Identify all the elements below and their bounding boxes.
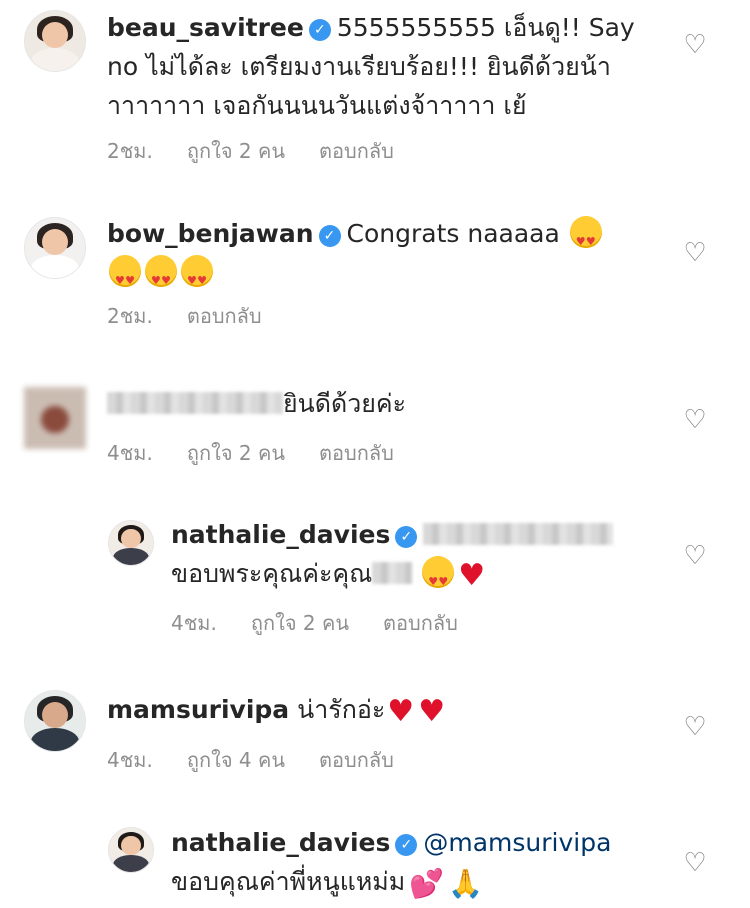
- heart-outline-icon[interactable]: ♡: [680, 712, 710, 742]
- comment-username[interactable]: beau_savitree: [107, 13, 304, 42]
- blurred-mention: [423, 523, 614, 545]
- comment-username[interactable]: nathalie_davies: [171, 520, 390, 549]
- reply-button[interactable]: ตอบกลับ: [319, 748, 394, 772]
- comment-time: 2ชม.: [107, 139, 153, 163]
- heart-outline-icon[interactable]: ♡: [680, 405, 710, 435]
- heart-eyes-emoji: [145, 255, 177, 300]
- heart-outline-icon[interactable]: ♡: [680, 848, 710, 878]
- comment-body: nathalie_davies ✓ ขอบพระคุณค่ะคุณ ♥: [171, 515, 671, 601]
- avatar[interactable]: [24, 690, 86, 752]
- comment-time: 4ชม.: [171, 611, 217, 635]
- reply-button[interactable]: ตอบกลับ: [187, 304, 262, 328]
- blurred-name: [372, 562, 413, 584]
- mention-link[interactable]: @mamsurivipa: [423, 828, 611, 857]
- reply-button[interactable]: ตอบกลับ: [319, 441, 394, 465]
- blurred-username: [107, 392, 283, 414]
- folded-hands-emoji: 🙏: [448, 867, 484, 900]
- comment-meta: 4ชม. ถูกใจ 2 คน ตอบกลับ: [171, 607, 492, 639]
- avatar[interactable]: [108, 520, 154, 566]
- heart-outline-icon[interactable]: ♡: [680, 238, 710, 268]
- two-hearts-emoji: 💕: [409, 867, 445, 900]
- comment-time: 2ชม.: [107, 304, 153, 328]
- comment-likes-link[interactable]: ถูกใจ 2 คน: [187, 441, 285, 465]
- comment-meta: 4ชม. ถูกใจ 2 คน ตอบกลับ: [107, 437, 428, 469]
- comment-meta: 4ชม. ถูกใจ 4 คน ตอบกลับ: [107, 744, 428, 776]
- comment-username[interactable]: bow_benjawan: [107, 219, 314, 248]
- avatar[interactable]: [24, 10, 86, 72]
- heart-eyes-emoji: [569, 216, 602, 261]
- red-heart-emoji: ♥: [418, 694, 446, 729]
- avatar[interactable]: [108, 827, 154, 873]
- verified-badge-icon: ✓: [395, 834, 418, 856]
- comment-username[interactable]: mamsurivipa: [107, 695, 289, 724]
- heart-outline-icon[interactable]: ♡: [680, 30, 710, 60]
- heart-eyes-emoji: [109, 255, 141, 300]
- reply-button[interactable]: ตอบกลับ: [383, 611, 458, 635]
- avatar[interactable]: [24, 217, 86, 279]
- comment-username[interactable]: nathalie_davies: [171, 828, 390, 857]
- comment-text: Congrats naaaaa: [346, 219, 560, 248]
- comment-time: 4ชม.: [107, 748, 153, 772]
- verified-badge-icon: ✓: [395, 526, 418, 548]
- heart-eyes-emoji: [181, 255, 213, 300]
- comment-time: 4ชม.: [107, 441, 153, 465]
- comment-text: ขอบคุณค่าพี่หนูแหม่ม: [171, 867, 406, 896]
- comment-body: ยินดีด้วยค่ะ: [107, 384, 667, 423]
- comment-likes-link[interactable]: ถูกใจ 2 คน: [187, 139, 285, 163]
- comment-body: nathalie_davies ✓ @mamsurivipa ขอบคุณค่าพี่…: [171, 823, 671, 903]
- heart-outline-icon[interactable]: ♡: [680, 541, 710, 571]
- comment-meta: 2ชม. ถูกใจ 2 คน ตอบกลับ: [107, 135, 428, 167]
- comment-text: ขอบพระคุณค่ะคุณ: [171, 559, 373, 588]
- comment-text: ยินดีด้วยค่ะ: [283, 389, 407, 418]
- verified-badge-icon: ✓: [308, 19, 331, 41]
- avatar[interactable]: [24, 387, 86, 449]
- comment-body: beau_savitree ✓ 5555555555 เอ็นดู!! Say no…: [107, 8, 667, 125]
- comment-likes-link[interactable]: ถูกใจ 2 คน: [251, 611, 349, 635]
- verified-badge-icon: ✓: [318, 225, 341, 247]
- reply-button[interactable]: ตอบกลับ: [319, 139, 394, 163]
- comment-body: bow_benjawan ✓ Congrats naaaaa: [107, 214, 667, 300]
- comment-likes-link[interactable]: ถูกใจ 4 คน: [187, 748, 285, 772]
- comment-meta: 2ชม. ตอบกลับ: [107, 300, 296, 332]
- comment-body: mamsurivipa น่ารักอ่ะ♥ ♥: [107, 690, 667, 731]
- heart-eyes-emoji: [422, 556, 455, 601]
- red-heart-emoji: ♥: [458, 558, 486, 593]
- comment-text: น่ารักอ่ะ: [297, 695, 386, 724]
- red-heart-emoji: ♥: [387, 694, 415, 729]
